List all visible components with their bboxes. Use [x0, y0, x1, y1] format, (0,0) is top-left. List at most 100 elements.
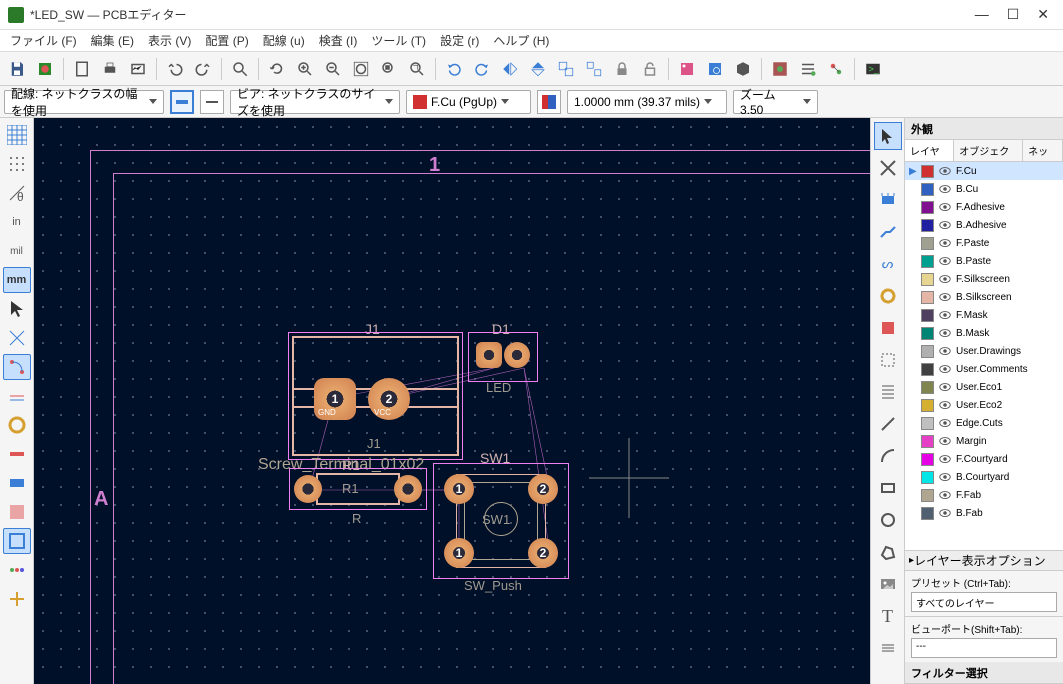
layer-row-user-drawings[interactable]: User.Drawings: [905, 342, 1063, 360]
units-mm-button[interactable]: mm: [3, 267, 31, 293]
layer-row-f-silkscreen[interactable]: F.Silkscreen: [905, 270, 1063, 288]
preset-select[interactable]: すべてのレイヤー: [911, 592, 1057, 612]
place-footprint-tool[interactable]: [874, 186, 902, 214]
zoom-objects-button[interactable]: [376, 56, 402, 82]
grid-select[interactable]: 1.0000 mm (39.37 mils): [567, 90, 727, 114]
board-setup-button[interactable]: [32, 56, 58, 82]
print-button[interactable]: [97, 56, 123, 82]
draw-line-tool[interactable]: [874, 410, 902, 438]
zoom-fit-button[interactable]: [348, 56, 374, 82]
tab-nets[interactable]: ネット: [1023, 140, 1063, 161]
refresh-button[interactable]: [264, 56, 290, 82]
show-grid-toggle[interactable]: [3, 122, 31, 148]
3d-viewer-button[interactable]: [730, 56, 756, 82]
menu-file[interactable]: ファイル (F): [4, 30, 83, 51]
menu-inspect[interactable]: 検査 (I): [313, 30, 364, 51]
layer-row-b-mask[interactable]: B.Mask: [905, 324, 1063, 342]
layer-row-f-paste[interactable]: F.Paste: [905, 234, 1063, 252]
layer-list[interactable]: ▶F.CuB.CuF.AdhesiveB.AdhesiveF.PasteB.Pa…: [905, 162, 1063, 550]
layer-row-edge-cuts[interactable]: Edge.Cuts: [905, 414, 1063, 432]
viewport-select[interactable]: ---: [911, 638, 1057, 658]
footprint-editor-button[interactable]: [674, 56, 700, 82]
contrast-mode-toggle[interactable]: [3, 557, 31, 583]
component-r1[interactable]: R1 R1 R: [292, 471, 424, 507]
component-j1[interactable]: J1 1 2 GND VCC J1 Screw_Terminal_01x02: [292, 336, 459, 456]
pcb-canvas[interactable]: 1 A J1 1 2 GND VCC J1 Scr: [34, 118, 870, 684]
layer-row-b-cu[interactable]: B.Cu: [905, 180, 1063, 198]
unlock-button[interactable]: [637, 56, 663, 82]
draw-poly-tool[interactable]: [874, 538, 902, 566]
draw-rect-tool[interactable]: [874, 474, 902, 502]
zone-display-toggle[interactable]: [3, 499, 31, 525]
draw-circle-tool[interactable]: [874, 506, 902, 534]
zoom-selection-button[interactable]: [404, 56, 430, 82]
add-text-tool[interactable]: T: [874, 602, 902, 630]
polar-coord-toggle[interactable]: θ: [3, 180, 31, 206]
mirror-v-button[interactable]: [525, 56, 551, 82]
layer-row-f-adhesive[interactable]: F.Adhesive: [905, 198, 1063, 216]
save-button[interactable]: [4, 56, 30, 82]
track-width-select[interactable]: 配線: ネットクラスの幅を使用: [4, 90, 164, 114]
layer-row-f-cu[interactable]: ▶F.Cu: [905, 162, 1063, 180]
add-image-tool[interactable]: [874, 570, 902, 598]
via-size-select[interactable]: ビア: ネットクラスのサイズを使用: [230, 90, 400, 114]
ratsnest-curved-toggle[interactable]: [3, 354, 31, 380]
undo-button[interactable]: [162, 56, 188, 82]
layer-row-f-courtyard[interactable]: F.Courtyard: [905, 450, 1063, 468]
outline-mode-toggle[interactable]: [3, 383, 31, 409]
cursor-shape-toggle[interactable]: [3, 296, 31, 322]
layer-row-user-eco2[interactable]: User.Eco2: [905, 396, 1063, 414]
mirror-h-button[interactable]: [497, 56, 523, 82]
zone-outline-toggle[interactable]: [3, 528, 31, 554]
menu-settings[interactable]: 設定 (r): [434, 30, 485, 51]
add-dimension-tool[interactable]: [874, 634, 902, 662]
active-layer-select[interactable]: F.Cu (PgUp): [406, 90, 531, 114]
auto-track-width-toggle[interactable]: [170, 90, 194, 114]
component-sw1[interactable]: SW1 1 2 1 2 SW1 SW_Push: [436, 466, 566, 576]
component-d1[interactable]: D1 LED: [472, 336, 534, 378]
net-highlight-toggle[interactable]: [3, 586, 31, 612]
tab-layers[interactable]: レイヤー: [905, 140, 954, 161]
menu-edit[interactable]: 編集 (E): [85, 30, 140, 51]
add-via-tool[interactable]: [874, 314, 902, 342]
draw-arc-tool[interactable]: [874, 442, 902, 470]
pad-display-toggle[interactable]: [3, 470, 31, 496]
menu-place[interactable]: 配置 (P): [199, 30, 254, 51]
tune-length-tool[interactable]: [874, 282, 902, 310]
lock-button[interactable]: [609, 56, 635, 82]
layer-row-b-silkscreen[interactable]: B.Silkscreen: [905, 288, 1063, 306]
layer-pair-button[interactable]: [537, 90, 561, 114]
minimize-button[interactable]: ―: [975, 6, 989, 23]
schematic-button[interactable]: [823, 56, 849, 82]
menu-tools[interactable]: ツール (T): [365, 30, 432, 51]
units-in-button[interactable]: in: [3, 209, 31, 235]
find-button[interactable]: [227, 56, 253, 82]
layer-row-user-eco1[interactable]: User.Eco1: [905, 378, 1063, 396]
group-button[interactable]: [553, 56, 579, 82]
via-display-toggle[interactable]: [3, 412, 31, 438]
zoom-select[interactable]: ズーム 3.50: [733, 90, 818, 114]
layer-row-b-fab[interactable]: B.Fab: [905, 504, 1063, 522]
menu-route[interactable]: 配線 (u): [257, 30, 311, 51]
drc-button[interactable]: [767, 56, 793, 82]
footprint-browser-button[interactable]: [702, 56, 728, 82]
plot-button[interactable]: [125, 56, 151, 82]
layer-row-f-mask[interactable]: F.Mask: [905, 306, 1063, 324]
redo-button[interactable]: [190, 56, 216, 82]
tab-objects[interactable]: オブジェクト: [954, 140, 1023, 161]
select-tool[interactable]: [874, 122, 902, 150]
layer-row-b-courtyard[interactable]: B.Courtyard: [905, 468, 1063, 486]
layer-row-f-fab[interactable]: F.Fab: [905, 486, 1063, 504]
add-keepout-tool[interactable]: [874, 378, 902, 406]
track-width-b-toggle[interactable]: [200, 90, 224, 114]
ungroup-button[interactable]: [581, 56, 607, 82]
layer-display-options[interactable]: ▸レイヤー表示オプション: [905, 550, 1063, 570]
route-track-tool[interactable]: [874, 218, 902, 246]
show-dots-toggle[interactable]: [3, 151, 31, 177]
zoom-out-button[interactable]: [320, 56, 346, 82]
maximize-button[interactable]: ☐: [1007, 6, 1020, 23]
menu-view[interactable]: 表示 (V): [142, 30, 197, 51]
layer-row-b-adhesive[interactable]: B.Adhesive: [905, 216, 1063, 234]
track-display-toggle[interactable]: [3, 441, 31, 467]
ratsnest-toggle[interactable]: [3, 325, 31, 351]
